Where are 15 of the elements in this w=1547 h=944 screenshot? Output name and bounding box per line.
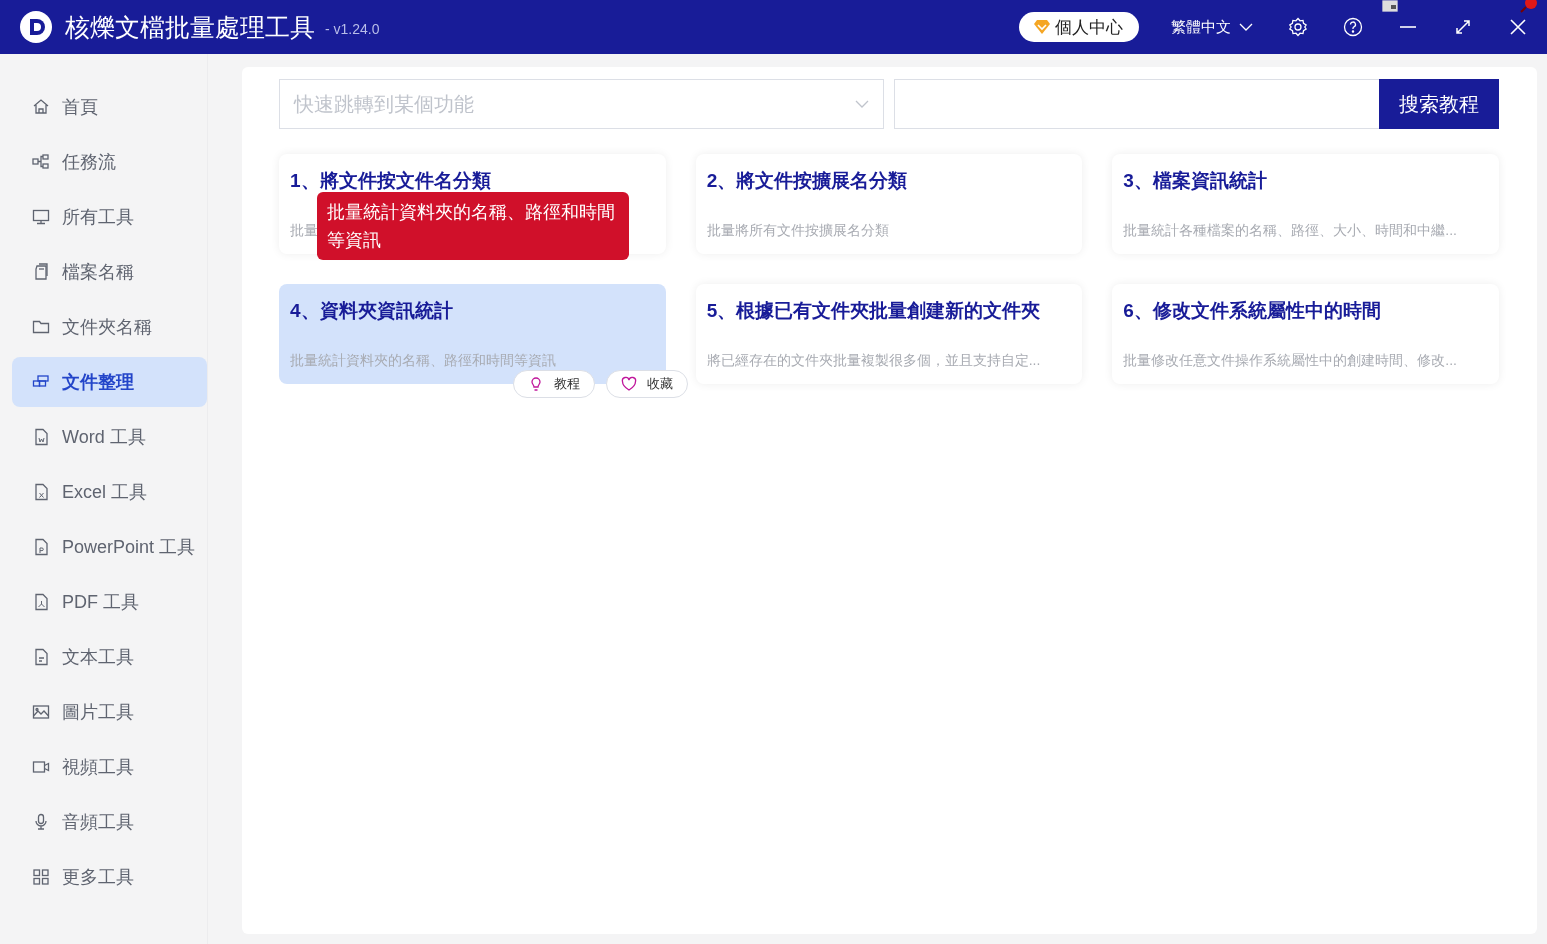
card-title: 6、修改文件系統屬性中的時間 (1123, 299, 1382, 323)
version-label: - v1.24.0 (325, 21, 380, 37)
card-description: 批量 (290, 222, 318, 240)
card-title: 4、資料夾資訊統計 (290, 299, 454, 323)
app-title: 核爍文檔批量處理工具 (65, 11, 315, 43)
card-title: 2、將文件按擴展名分類 (706, 169, 909, 193)
tooltip: 批量統計資料夾的名稱、路徑和時間等資訊 (317, 192, 629, 260)
card-description: 將已經存在的文件夾批量複製很多個，並且支持自定... (706, 352, 1041, 370)
card-title: 3、檔案資訊統計 (1123, 169, 1268, 193)
card-description: 批量將所有文件按擴展名分類 (706, 222, 889, 240)
card-description: 批量統計資料夾的名稱、路徑和時間等資訊 (290, 352, 556, 370)
card-title: 1、將文件按文件名分類 (290, 169, 492, 193)
card-title: 5、根據已有文件夾批量創建新的文件夾 (706, 299, 1042, 323)
card-description: 批量修改任意文件操作系統屬性中的創建時間、修改... (1123, 352, 1457, 370)
card-description: 批量統計各種檔案的名稱、路徑、大小、時間和中繼... (1123, 222, 1457, 240)
